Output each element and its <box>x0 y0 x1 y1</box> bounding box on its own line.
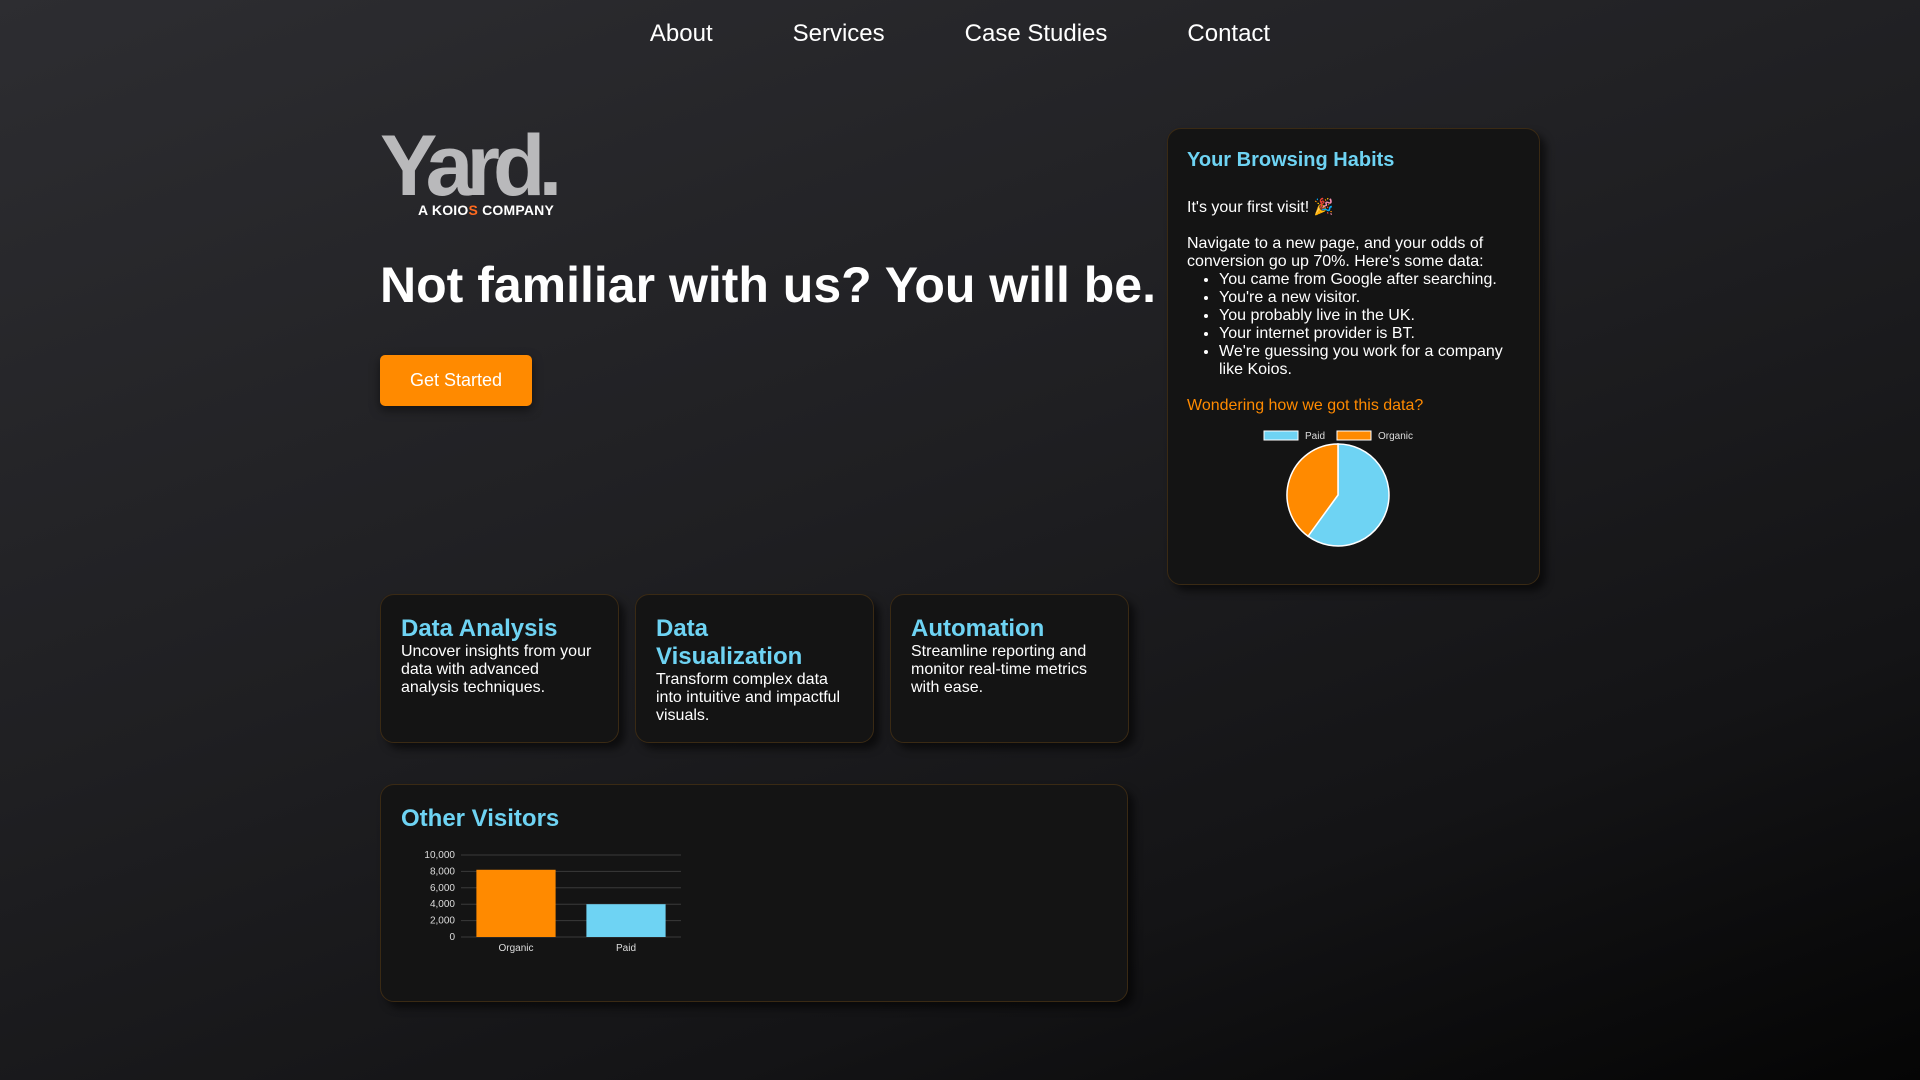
list-item: We're guessing you work for a company li… <box>1219 343 1520 379</box>
legend-label: Organic <box>1378 431 1413 442</box>
nav-services-link[interactable]: Services <box>753 20 925 48</box>
habits-intro-text: Navigate to a new page, and your odds of… <box>1187 235 1484 270</box>
habits-list: You came from Google after searching. Yo… <box>1219 271 1520 379</box>
list-item: You're a new visitor. <box>1219 289 1520 307</box>
y-tick-label: 10,000 <box>424 850 455 861</box>
y-tick-label: 6,000 <box>430 883 455 894</box>
browsing-habits-card: Your Browsing Habits It's your first vis… <box>1167 128 1540 585</box>
bar <box>586 904 666 937</box>
service-title: Data Analysis <box>401 615 558 642</box>
yard-logo[interactable]: Yard. A KOIOS COMPANY <box>380 118 562 222</box>
service-title: Data Visualization <box>656 615 803 670</box>
service-card-data-analysis: Data Analysis Uncover insights from your… <box>380 594 619 743</box>
list-item: You came from Google after searching. <box>1219 271 1520 289</box>
hero-headline: Not familiar with us? You will be. <box>380 257 1157 313</box>
top-nav: About Services Case Studies Contact <box>0 0 1920 68</box>
legend-label: Paid <box>1305 431 1325 442</box>
data-source-link[interactable]: Wondering how we got this data? <box>1187 397 1423 415</box>
service-text: Streamline reporting and monitor real-ti… <box>911 643 1088 696</box>
other-visitors-title: Other Visitors <box>401 805 560 832</box>
logo-tagline: A KOIOS COMPANY <box>418 202 554 218</box>
legend-swatch <box>1263 430 1299 441</box>
traffic-pie-chart: Paid Organic <box>1263 430 1413 547</box>
service-title: Automation <box>911 615 1045 642</box>
list-item: You probably live in the UK. <box>1219 307 1520 325</box>
service-text: Uncover insights from your data with adv… <box>401 643 592 696</box>
logo-tagline-accent: S <box>468 202 479 218</box>
service-card-automation: Automation Streamline reporting and moni… <box>890 594 1129 743</box>
x-tick-label: Paid <box>616 943 636 954</box>
nav-about-link[interactable]: About <box>610 20 753 48</box>
logo-tagline-post: COMPANY <box>478 202 555 218</box>
browsing-habits-title: Your Browsing Habits <box>1187 149 1395 171</box>
y-tick-label: 2,000 <box>430 916 455 927</box>
bar <box>476 869 556 937</box>
logo-tagline-pre: A KOIO <box>418 202 469 218</box>
visitors-bar-chart: 0 2,000 4,000 6,000 8,000 10,000 Organic Paid <box>424 850 681 954</box>
y-tick-label: 4,000 <box>430 899 455 910</box>
legend-swatch <box>1336 430 1372 441</box>
x-tick-label: Organic <box>498 943 533 954</box>
nav-case-studies-link[interactable]: Case Studies <box>925 20 1148 48</box>
first-visit-text: It's your first visit! 🎉 <box>1187 199 1334 216</box>
service-text: Transform complex data into intuitive an… <box>656 671 841 724</box>
logo-wordmark: Yard. <box>380 118 562 214</box>
service-card-data-visualization: Data Visualization Transform complex dat… <box>635 594 874 743</box>
list-item: Your internet provider is BT. <box>1219 325 1520 343</box>
nav-contact-link[interactable]: Contact <box>1147 20 1310 48</box>
y-tick-label: 8,000 <box>430 866 455 877</box>
y-tick-label: 0 <box>449 932 455 943</box>
get-started-button[interactable]: Get Started <box>380 355 532 406</box>
other-visitors-card: Other Visitors 0 2,000 4,000 6,000 8,000 10,0… <box>380 784 1128 1002</box>
